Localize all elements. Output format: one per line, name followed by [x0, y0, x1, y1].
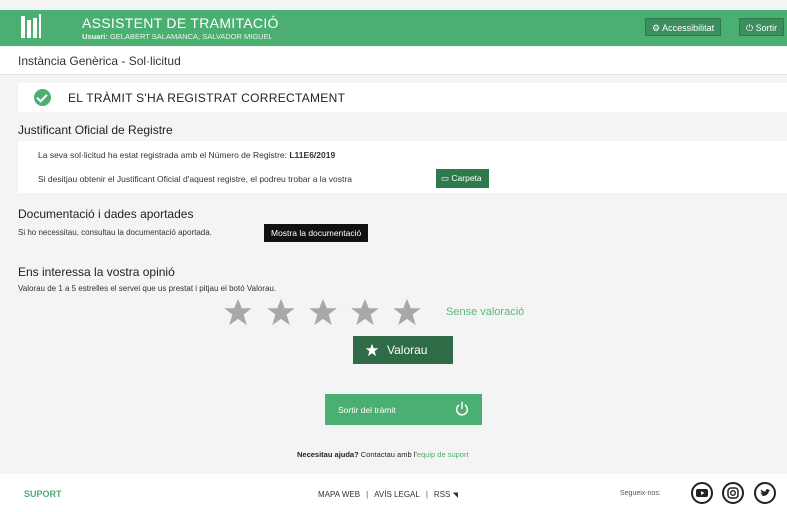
support-link[interactable]: SUPORT	[24, 489, 62, 499]
rating-star-5[interactable]	[391, 297, 423, 327]
exit-button[interactable]: ⏻ Sortir	[739, 18, 785, 36]
rate-button[interactable]: Valorau	[353, 336, 453, 364]
power-icon: ⏻	[746, 23, 754, 33]
registry-line: La seva sol·licitud ha estat registrada …	[38, 150, 336, 160]
footer-nav: MAPA WEB | AVÍS LEGAL | RSS ◥	[318, 490, 458, 499]
opinion-text: Valorau de 1 a 5 estrelles el servei que…	[18, 284, 277, 293]
rss-link[interactable]: RSS ◥	[434, 490, 458, 499]
justificant-panel: La seva sol·licitud ha estat registrada …	[18, 141, 787, 193]
rating-star-3[interactable]	[307, 297, 339, 327]
documentation-heading: Documentació i dades aportades	[18, 207, 194, 221]
success-message: EL TRÀMIT S'HA REGISTRAT CORRECTAMENT	[68, 91, 346, 105]
help-line: Necesitau ajuda? Contactau amb l'equip d…	[297, 450, 469, 459]
show-documentation-button[interactable]: Mostra la documentació	[264, 224, 369, 242]
top-header: ASSISTENT DE TRAMITACIÓ Usuari: GELABERT…	[0, 10, 787, 46]
justificant-info: Si desitjau obtenir el Justificant Ofici…	[38, 174, 352, 184]
page-title: Instància Genèrica - Sol·licitud	[18, 54, 181, 68]
user-info: Usuari: GELABERT SALAMANCA, SALVADOR MIG…	[82, 32, 273, 41]
government-logo	[19, 14, 45, 42]
twitter-icon[interactable]	[754, 482, 776, 504]
rating-star-4[interactable]	[349, 297, 381, 327]
youtube-icon[interactable]	[691, 482, 713, 504]
rating-status: Sense valoració	[446, 306, 525, 318]
footer: SUPORT MAPA WEB | AVÍS LEGAL | RSS ◥ Segueix…	[0, 474, 787, 512]
check-circle-icon	[34, 89, 51, 106]
app-title: ASSISTENT DE TRAMITACIÓ	[82, 15, 279, 31]
success-banner: EL TRÀMIT S'HA REGISTRAT CORRECTAMENT	[18, 83, 787, 112]
justificant-heading: Justificant Oficial de Registre	[18, 123, 173, 137]
folder-icon: ▭	[441, 173, 450, 183]
support-team-link[interactable]: equip de suport	[417, 450, 469, 459]
follow-label: Segueix-nos:	[620, 490, 661, 497]
rating-star-1[interactable]	[222, 297, 254, 327]
sitemap-link[interactable]: MAPA WEB	[318, 490, 360, 499]
instagram-icon[interactable]	[722, 482, 744, 504]
opinion-heading: Ens interessa la vostra opinió	[18, 265, 175, 279]
accessibility-button[interactable]: ⚙ Accessibilitat	[645, 18, 722, 36]
registry-number: L11E6/2019	[289, 150, 336, 160]
documentation-text: Si ho necessitau, consultau la documenta…	[18, 228, 212, 237]
folder-button[interactable]: ▭ Carpeta	[436, 169, 489, 188]
page-breadcrumb: Instància Genèrica - Sol·licitud	[0, 47, 787, 75]
rating-star-2[interactable]	[265, 297, 297, 327]
legal-notice-link[interactable]: AVÍS LEGAL	[374, 490, 420, 499]
accessibility-icon: ⚙	[652, 23, 661, 33]
exit-procedure-button[interactable]: Sortir del tràmit	[325, 394, 482, 425]
rss-icon: ◥	[452, 492, 458, 499]
power-icon	[456, 401, 468, 416]
star-icon	[365, 343, 379, 357]
